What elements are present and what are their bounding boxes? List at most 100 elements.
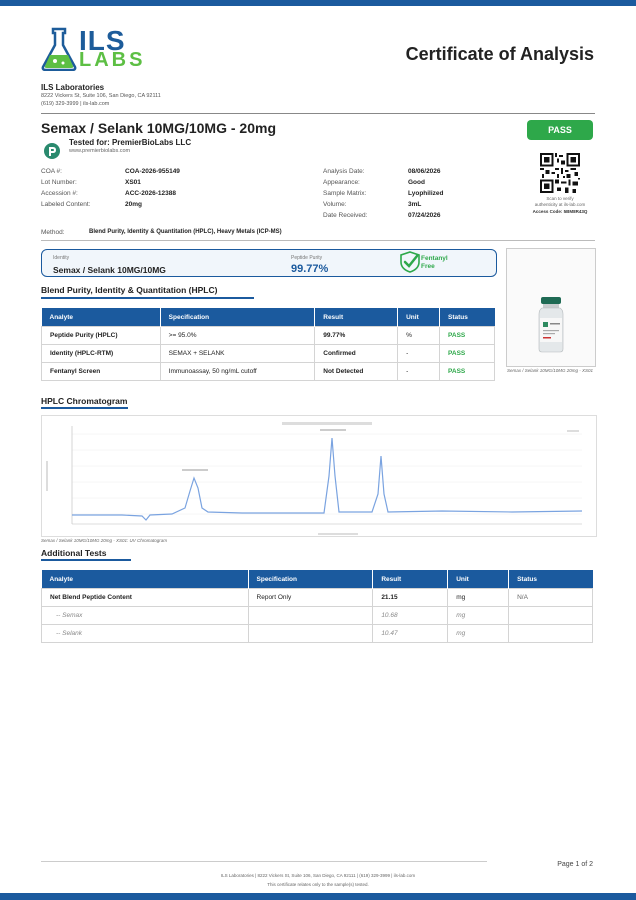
vial-image — [538, 297, 564, 353]
analyte-cell: Net Blend Peptide Content — [41, 588, 249, 607]
analysis-date-value: 08/06/2026 — [408, 168, 441, 175]
table-row: Peptide Purity (HPLC) >= 95.0% 99.77% % … — [41, 326, 495, 345]
date-received-label: Date Received: — [323, 212, 368, 219]
result-cell: Not Detected — [314, 362, 399, 381]
spec-cell: Report Only — [247, 588, 374, 607]
unit-cell: - — [397, 362, 441, 381]
client-url[interactable]: www.premierbiolabs.com — [69, 148, 130, 154]
header-divider — [41, 113, 595, 114]
analyte-cell: -- Semax — [41, 606, 249, 625]
labeled-content-label: Labeled Content: — [41, 201, 91, 208]
analyte-cell: Identity (HPLC-RTM) — [41, 344, 161, 363]
chromatogram-title-placeholder — [282, 422, 372, 425]
sample-matrix-label: Sample Matrix: — [323, 190, 367, 197]
additional-tests-heading: Additional Tests — [41, 548, 107, 558]
lab-address: 8222 Vickers St, Suite 106, San Diego, C… — [41, 93, 161, 99]
labeled-content-value: 20mg — [125, 201, 142, 208]
method-divider — [41, 240, 595, 241]
status-cell — [508, 624, 593, 643]
analyte-cell: -- Selank — [41, 624, 249, 643]
col-header: Specification — [248, 570, 374, 589]
method-label: Method: — [41, 229, 65, 236]
qr-code-icon[interactable] — [540, 153, 580, 193]
coa-number-label: COA #: — [41, 168, 62, 175]
top-accent-bar — [0, 0, 636, 6]
col-header: Analyte — [41, 570, 249, 589]
col-header: Analyte — [41, 308, 161, 327]
sample-matrix-value: Lyophilized — [408, 190, 444, 197]
unit-cell: mg — [447, 588, 510, 607]
spec-cell: Immunoassay, 50 ng/mL cutoff — [159, 362, 316, 381]
date-received-value: 07/24/2026 — [408, 212, 441, 219]
overall-status-badge: PASS — [527, 120, 593, 140]
status-cell: PASS — [439, 344, 495, 363]
summary-identity-label: Identity — [53, 255, 70, 261]
fentanyl-free-label: Fentanyl Free — [421, 255, 448, 270]
table-row: Identity (HPLC-RTM) SEMAX + SELANK Confi… — [41, 344, 495, 363]
analyte-cell: Fentanyl Screen — [41, 362, 161, 381]
peak-label-placeholder — [182, 469, 208, 471]
product-title: Semax / Selank 10MG/10MG - 20mg — [41, 120, 276, 136]
hplc-results-table: Analyte Specification Result Unit Status… — [41, 308, 495, 381]
spec-cell: >= 95.0% — [159, 326, 316, 345]
accession-label: Accession #: — [41, 190, 78, 197]
chromatogram-plot — [41, 415, 597, 537]
table-row: Net Blend Peptide Content Report Only 21… — [41, 588, 593, 607]
volume-value: 3mL — [408, 201, 422, 208]
chromatogram-heading: HPLC Chromatogram — [41, 396, 128, 406]
unit-cell: mg — [447, 624, 510, 643]
col-header: Unit — [447, 570, 510, 589]
spec-cell — [247, 606, 374, 625]
spec-cell: SEMAX + SELANK — [159, 344, 316, 363]
hplc-section-heading: Blend Purity, Identity & Quantitation (H… — [41, 285, 218, 295]
analysis-date-label: Analysis Date: — [323, 168, 365, 175]
unit-cell: % — [397, 326, 441, 345]
accession-value: ACC-2026-12388 — [125, 190, 176, 197]
chromatogram-svg — [42, 416, 596, 536]
col-header: Status — [508, 570, 593, 589]
lab-contact: (619) 329-3999 | ils-lab.com — [41, 101, 110, 107]
summary-purity-label: Peptide Purity — [291, 255, 323, 261]
access-code: Access Code: 5BM8R43Q — [532, 209, 588, 214]
footer-divider — [41, 861, 487, 862]
result-cell: Confirmed — [314, 344, 399, 363]
document-title: Certificate of Analysis — [405, 44, 594, 64]
lot-number-label: Lot Number: — [41, 179, 77, 186]
page-number: Page 1 of 2 — [557, 861, 593, 868]
product-photo — [506, 248, 596, 367]
chromatogram-ylabel-placeholder — [46, 461, 48, 491]
result-cell: 10.68 — [372, 606, 449, 625]
col-header: Unit — [397, 308, 441, 327]
lot-number-value: XS01 — [125, 179, 141, 186]
analyte-cell: Peptide Purity (HPLC) — [41, 326, 161, 345]
fentanyl-free-shield-icon — [400, 251, 420, 273]
chromatogram-underline — [41, 407, 128, 409]
table-header-row: Analyte Specification Result Unit Status — [41, 308, 495, 327]
result-cell: 21.15 — [372, 588, 449, 607]
method-value: Blend Purity, Identity & Quantitation (H… — [89, 229, 282, 235]
table-row: -- Semax 10.68 mg — [41, 606, 593, 625]
summary-purity-value: 99.77% — [291, 263, 329, 275]
tested-for: Tested for: PremierBioLabs LLC — [69, 138, 192, 147]
result-cell: 10.47 — [372, 624, 449, 643]
unit-cell: - — [397, 344, 441, 363]
status-cell: N/A — [508, 588, 593, 607]
col-header: Result — [314, 308, 399, 327]
photo-caption: Semax / Selank 10MG/10MG 20mg - XS01 — [506, 368, 594, 373]
lab-name: ILS Laboratories — [41, 83, 105, 92]
chromatogram-caption: Semax / Selank 10MG/10MG 20mg - XS01: UV… — [41, 538, 168, 543]
footer-disclaimer: This certificate relates only to the sam… — [267, 882, 369, 887]
unit-cell: mg — [447, 606, 510, 625]
peak-label-placeholder — [320, 429, 346, 431]
appearance-label: Appearance: — [323, 179, 360, 186]
status-cell: PASS — [439, 326, 495, 345]
spec-cell — [247, 624, 374, 643]
scan-to-verify-text: Scan to verify authenticity at ils-lab.co… — [534, 196, 586, 207]
hplc-section-underline — [41, 297, 254, 299]
client-logo-icon — [44, 143, 60, 159]
col-header: Result — [372, 570, 449, 589]
volume-label: Volume: — [323, 201, 347, 208]
additional-tests-underline — [41, 559, 131, 561]
footer-address: ILS Laboratories | 8222 Vickers St, Suit… — [220, 873, 416, 878]
col-header: Status — [439, 308, 495, 327]
